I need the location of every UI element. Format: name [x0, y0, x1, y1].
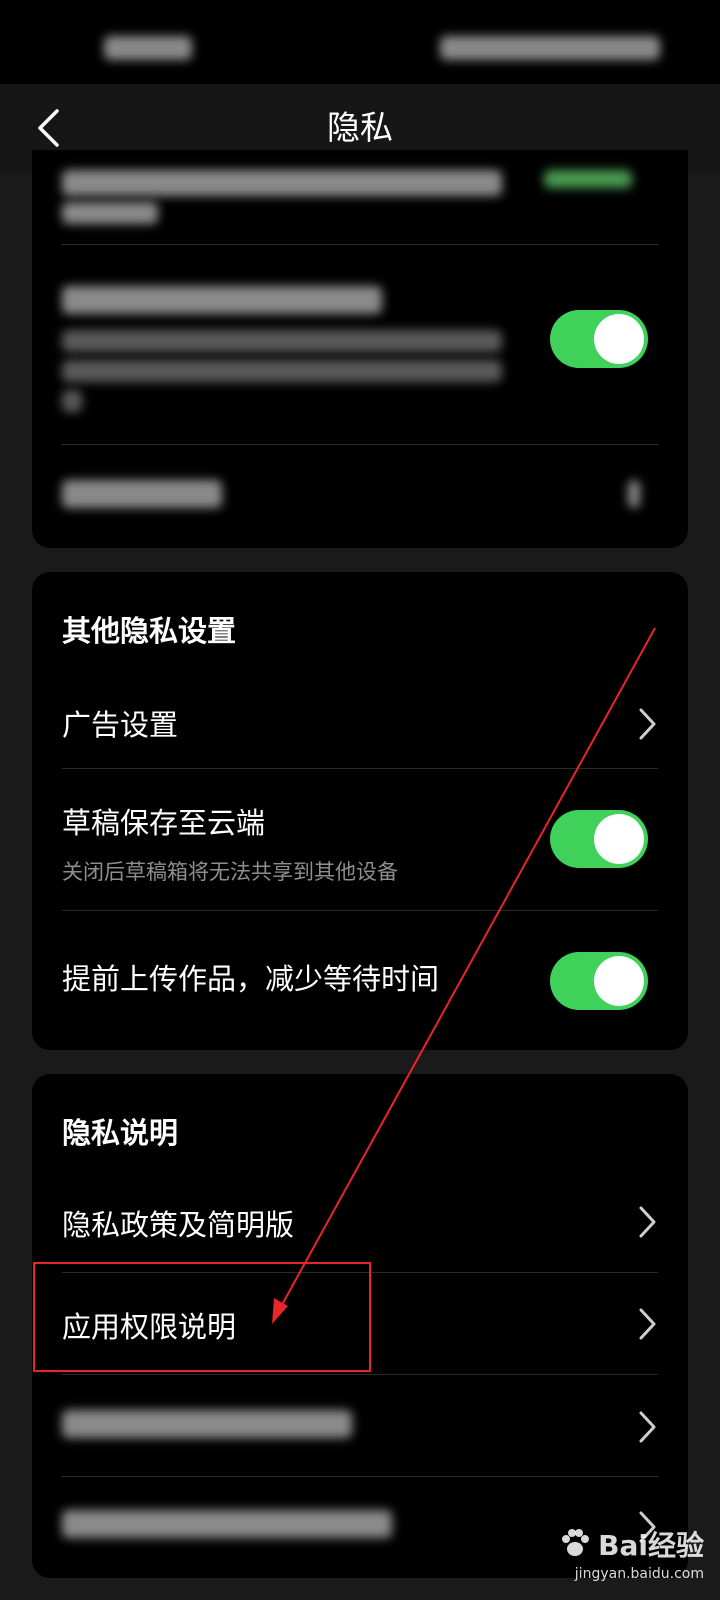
chevron-right-icon	[639, 708, 656, 740]
blurred-text	[62, 360, 502, 382]
blurred-text	[62, 286, 382, 314]
watermark-brand: Bai经验	[598, 1529, 704, 1562]
draft-cloud-toggle[interactable]	[550, 810, 648, 868]
paw-icon	[562, 1529, 590, 1556]
section-title-privacy-info: 隐私说明	[62, 1116, 179, 1150]
blurred-text	[62, 170, 502, 196]
watermark: Bai经验 jingyan.baidu.com	[558, 1524, 704, 1582]
status-time-blurred	[104, 36, 192, 60]
app-permissions-item[interactable]: 应用权限说明	[62, 1274, 658, 1374]
blurred-toggle[interactable]	[550, 310, 648, 368]
pre-upload-toggle[interactable]	[550, 952, 648, 1010]
divider	[62, 244, 658, 245]
privacy-policy-label: 隐私政策及简明版	[62, 1208, 295, 1242]
ad-settings-item[interactable]: 广告设置	[62, 672, 658, 776]
divider	[62, 1272, 658, 1273]
other-privacy-card: 其他隐私设置 广告设置 草稿保存至云端 关闭后草稿箱将无法共享到其他设备 提前上…	[32, 572, 688, 1050]
blurred-text	[62, 202, 158, 224]
section-title-other-privacy: 其他隐私设置	[62, 614, 237, 648]
chevron-right-icon	[639, 1206, 656, 1238]
divider	[62, 1476, 658, 1477]
toggle-knob	[594, 814, 644, 864]
toggle-knob	[594, 956, 644, 1006]
blurred-text	[62, 480, 222, 508]
blurred-text	[62, 390, 82, 412]
chevron-right-icon	[628, 480, 640, 508]
blurred-text	[62, 1510, 392, 1538]
divider	[62, 444, 658, 445]
app-permissions-label: 应用权限说明	[62, 1310, 237, 1344]
status-bar	[0, 0, 720, 84]
privacy-card-top	[32, 150, 688, 548]
blurred-text	[62, 1410, 352, 1438]
privacy-info-card: 隐私说明 隐私政策及简明版 应用权限说明	[32, 1074, 688, 1578]
divider	[62, 768, 658, 769]
watermark-url: jingyan.baidu.com	[574, 1566, 704, 1582]
chevron-right-icon	[639, 1411, 656, 1443]
status-icons-blurred	[440, 36, 660, 60]
ad-settings-label: 广告设置	[62, 708, 179, 742]
divider	[62, 910, 658, 911]
blurred-text	[62, 330, 502, 352]
divider	[62, 1374, 658, 1375]
privacy-policy-item[interactable]: 隐私政策及简明版	[62, 1174, 658, 1274]
blurred-toggle[interactable]	[544, 170, 632, 188]
chevron-right-icon	[639, 1308, 656, 1340]
